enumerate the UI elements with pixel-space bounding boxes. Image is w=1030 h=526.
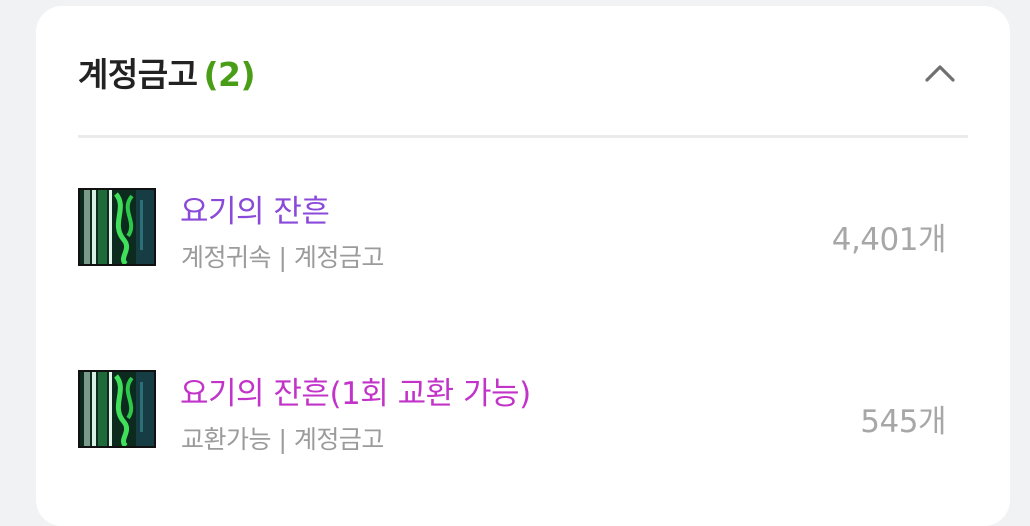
section-header[interactable]: 계정금고 (2) [78,6,968,138]
green-energy-item-icon [78,370,156,448]
chevron-up-icon [925,65,955,82]
item-tags: 계정귀속 | 계정금고 [181,243,384,272]
item-tags: 교환가능 | 계정금고 [181,425,384,454]
item-quantity: 4,401개 [831,222,947,258]
item-name[interactable]: 요기의 잔흔 [180,186,330,231]
item-name[interactable]: 요기의 잔흔(1회 교환 가능) [180,368,531,413]
section-title-label: 계정금고 [78,55,198,94]
collapse-button[interactable] [920,52,960,92]
green-energy-item-icon [78,188,156,266]
list-item[interactable]: 요기의 잔흔(1회 교환 가능) 교환가능 | 계정금고 545개 [78,362,968,454]
section-title: 계정금고 (2) [78,48,256,96]
section-item-count: (2) [203,55,256,94]
account-vault-card: 계정금고 (2) 요기의 잔흔 계정귀속 | 계정금고 4,401개 요기의 잔… [36,6,1010,526]
item-quantity: 545개 [860,404,946,440]
list-item[interactable]: 요기의 잔흔 계정귀속 | 계정금고 4,401개 [78,180,968,272]
